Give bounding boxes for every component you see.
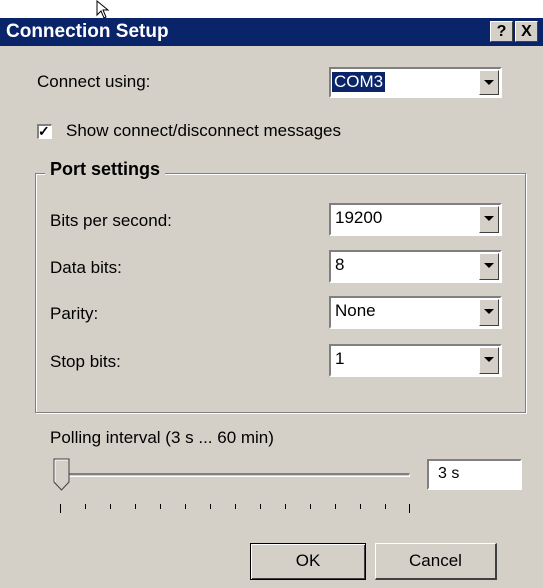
- chevron-down-icon[interactable]: [479, 253, 499, 280]
- chevron-down-icon[interactable]: [479, 347, 499, 374]
- bits-per-second-label: Bits per second:: [50, 211, 172, 230]
- connect-using-value: COM3: [332, 72, 386, 92]
- polling-interval-field[interactable]: 3 s: [427, 459, 522, 490]
- parity-value: None: [335, 301, 376, 320]
- data-bits-select[interactable]: 8: [329, 250, 502, 283]
- connection-setup-dialog: Connection Setup ? X Connect using: COM3…: [0, 18, 543, 588]
- connect-using-select[interactable]: COM3: [329, 67, 502, 98]
- bits-per-second-value: 19200: [335, 208, 383, 227]
- port-settings-title: Port settings: [45, 159, 166, 180]
- show-messages-checkbox[interactable]: ✓: [37, 123, 52, 139]
- chevron-down-icon[interactable]: [479, 206, 499, 233]
- slider-ticks: [60, 504, 410, 514]
- window-title: Connection Setup: [6, 21, 169, 42]
- connect-using-label: Connect using:: [37, 72, 151, 91]
- parity-select[interactable]: None: [329, 296, 502, 329]
- chevron-down-icon[interactable]: [479, 299, 499, 326]
- title-bar: Connection Setup ? X: [0, 18, 543, 46]
- stop-bits-value: 1: [335, 349, 345, 368]
- stop-bits-select[interactable]: 1: [329, 344, 502, 377]
- stop-bits-label: Stop bits:: [50, 352, 121, 371]
- polling-interval-value: 3 s: [438, 465, 460, 482]
- polling-interval-label: Polling interval (3 s ... 60 min): [50, 428, 274, 447]
- data-bits-label: Data bits:: [50, 258, 122, 277]
- cancel-button[interactable]: Cancel: [375, 543, 497, 580]
- data-bits-value: 8: [335, 255, 345, 274]
- polling-slider-thumb[interactable]: [53, 458, 71, 492]
- help-button[interactable]: ?: [490, 21, 513, 42]
- ok-button[interactable]: OK: [250, 543, 366, 580]
- chevron-down-icon[interactable]: [479, 70, 499, 95]
- polling-slider-track[interactable]: [63, 473, 410, 477]
- show-messages-label: Show connect/disconnect messages: [66, 121, 341, 140]
- checkmark-icon: ✓: [38, 123, 50, 139]
- parity-label: Parity:: [50, 304, 99, 323]
- close-button[interactable]: X: [515, 21, 538, 42]
- bits-per-second-select[interactable]: 19200: [329, 203, 502, 236]
